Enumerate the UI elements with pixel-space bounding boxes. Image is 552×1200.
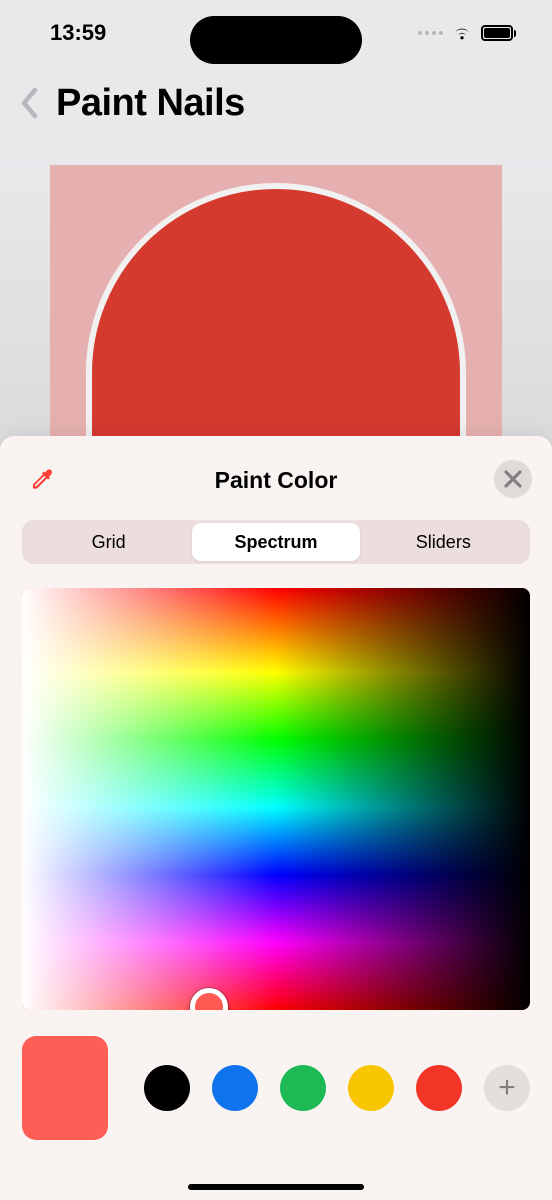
preset-swatch-red[interactable] xyxy=(416,1065,462,1111)
preset-swatch-blue[interactable] xyxy=(212,1065,258,1111)
add-swatch-button[interactable]: + xyxy=(484,1065,530,1111)
cellular-dots-icon xyxy=(418,31,443,35)
status-time: 13:59 xyxy=(50,20,106,46)
tab-sliders[interactable]: Sliders xyxy=(360,523,527,561)
preset-swatch-black[interactable] xyxy=(144,1065,190,1111)
tab-grid[interactable]: Grid xyxy=(25,523,192,561)
home-indicator[interactable] xyxy=(188,1184,364,1190)
back-button[interactable] xyxy=(20,87,40,119)
tab-spectrum[interactable]: Spectrum xyxy=(192,523,359,561)
preset-swatch-green[interactable] xyxy=(280,1065,326,1111)
spectrum-picker[interactable] xyxy=(22,588,530,1010)
plus-icon: + xyxy=(498,1071,516,1105)
sheet-title: Paint Color xyxy=(215,467,338,494)
picker-mode-segmented-control: Grid Spectrum Sliders xyxy=(22,520,530,564)
color-picker-sheet: Paint Color Grid Spectrum Sliders + xyxy=(0,436,552,1200)
eyedropper-button[interactable] xyxy=(26,462,60,496)
status-bar: 13:59 xyxy=(0,0,552,66)
preset-swatch-yellow[interactable] xyxy=(348,1065,394,1111)
battery-icon xyxy=(481,25,517,41)
current-color-swatch xyxy=(22,1036,108,1140)
nav-header: Paint Nails xyxy=(0,66,552,140)
preset-colors-row: + xyxy=(126,1065,530,1111)
close-button[interactable] xyxy=(494,460,532,498)
wifi-icon xyxy=(451,25,473,41)
page-title: Paint Nails xyxy=(56,82,245,125)
dynamic-island xyxy=(190,16,362,64)
